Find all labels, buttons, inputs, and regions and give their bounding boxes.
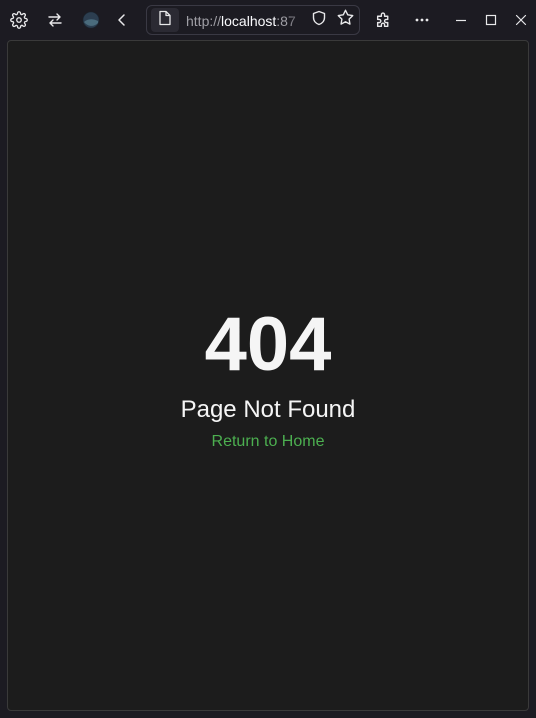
extensions-button[interactable] bbox=[369, 6, 397, 34]
back-button[interactable] bbox=[108, 6, 136, 34]
account-button[interactable] bbox=[77, 6, 105, 34]
bookmark-star-icon bbox=[337, 9, 354, 31]
maximize-button[interactable] bbox=[477, 6, 505, 34]
sync-icon bbox=[47, 12, 63, 28]
back-icon bbox=[114, 12, 130, 28]
error-title: Page Not Found bbox=[180, 396, 356, 423]
extensions-icon bbox=[375, 11, 392, 29]
close-button[interactable] bbox=[507, 6, 535, 34]
maximize-icon bbox=[484, 13, 498, 27]
shield-icon bbox=[311, 10, 327, 31]
url-bar[interactable]: http://localhost:87 bbox=[146, 5, 360, 35]
more-menu-button[interactable] bbox=[408, 6, 436, 34]
sync-button[interactable] bbox=[41, 6, 69, 34]
url-scheme: http:// bbox=[186, 13, 222, 29]
url-host: localhost bbox=[221, 13, 277, 29]
minimize-icon bbox=[454, 13, 468, 27]
browser-window: http://localhost:87 bbox=[0, 0, 536, 718]
account-avatar-icon bbox=[82, 11, 100, 29]
settings-icon bbox=[10, 11, 28, 29]
bookmark-button[interactable] bbox=[333, 8, 357, 32]
url-fade bbox=[287, 10, 307, 32]
more-menu-icon bbox=[414, 12, 430, 28]
site-info-button[interactable] bbox=[151, 8, 179, 32]
close-icon bbox=[514, 13, 528, 27]
error-code: 404 bbox=[204, 302, 332, 387]
return-home-link[interactable]: Return to Home bbox=[0, 432, 536, 452]
settings-button[interactable] bbox=[5, 6, 33, 34]
browser-toolbar: http://localhost:87 bbox=[0, 0, 536, 40]
minimize-button[interactable] bbox=[447, 6, 475, 34]
tracking-protection-button[interactable] bbox=[307, 8, 331, 32]
page-icon bbox=[158, 10, 172, 31]
